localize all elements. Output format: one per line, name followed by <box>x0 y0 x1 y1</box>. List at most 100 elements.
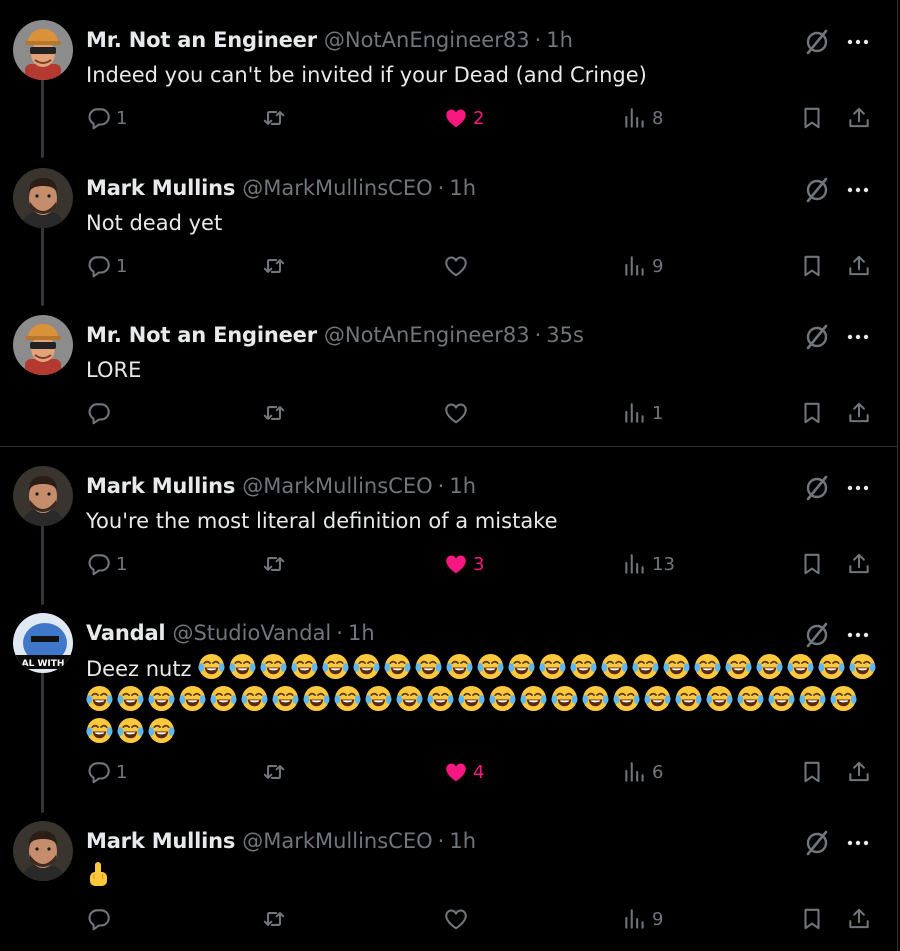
share-button[interactable] <box>846 103 872 133</box>
laughing-emoji <box>830 685 857 712</box>
avatar[interactable] <box>13 821 73 881</box>
avatar[interactable] <box>13 466 73 526</box>
views-button[interactable]: 8 <box>622 103 663 133</box>
timestamp[interactable]: 1h <box>546 28 573 52</box>
timestamp[interactable]: 35s <box>546 323 584 347</box>
heart-icon <box>443 759 469 785</box>
more-icon[interactable] <box>845 625 871 645</box>
laughing-emoji <box>117 717 144 744</box>
grok-icon[interactable] <box>803 323 831 351</box>
reply-button[interactable]: 1 <box>86 251 127 281</box>
reply-icon <box>86 551 112 577</box>
reply-button[interactable] <box>86 398 116 428</box>
like-button[interactable]: 2 <box>443 103 484 133</box>
more-icon[interactable] <box>845 833 871 853</box>
more-icon[interactable] <box>845 180 871 200</box>
timestamp[interactable]: 1h <box>449 176 476 200</box>
author-handle[interactable]: @MarkMullinsCEO <box>242 474 432 498</box>
views-button[interactable]: 9 <box>622 904 663 934</box>
timestamp[interactable]: 1h <box>348 621 375 645</box>
share-button[interactable] <box>846 549 872 579</box>
avatar-caption: AL WITH <box>22 659 65 669</box>
author-handle[interactable]: @NotAnEngineer83 <box>324 323 530 347</box>
retweet-button[interactable] <box>261 904 287 934</box>
bookmark-button[interactable] <box>799 251 825 281</box>
share-button[interactable] <box>846 398 872 428</box>
bookmark-icon <box>799 400 825 426</box>
bookmark-button[interactable] <box>799 398 825 428</box>
author-handle[interactable]: @StudioVandal <box>172 621 331 645</box>
timestamp[interactable]: 1h <box>449 474 476 498</box>
author-name[interactable]: Mark Mullins <box>86 829 235 853</box>
retweet-button[interactable] <box>261 103 287 133</box>
like-button[interactable] <box>443 904 473 934</box>
separator-dot: · <box>534 28 542 52</box>
tweet-actions: 1 3 13 <box>86 549 886 579</box>
views-icon <box>622 105 648 131</box>
laughing-emoji <box>768 685 795 712</box>
like-button[interactable]: 3 <box>443 549 484 579</box>
like-button[interactable] <box>443 251 473 281</box>
reply-button[interactable] <box>86 904 116 934</box>
laughing-emoji <box>787 653 814 680</box>
author-name[interactable]: Mr. Not an Engineer <box>86 323 317 347</box>
grok-icon[interactable] <box>803 829 831 857</box>
retweet-button[interactable] <box>261 757 287 787</box>
views-button[interactable]: 13 <box>622 549 675 579</box>
share-button[interactable] <box>846 904 872 934</box>
more-icon[interactable] <box>845 32 871 52</box>
like-count: 3 <box>473 553 485 575</box>
author-handle[interactable]: @NotAnEngineer83 <box>324 28 530 52</box>
retweet-button[interactable] <box>261 549 287 579</box>
avatar[interactable] <box>13 168 73 228</box>
laughing-emoji <box>520 685 547 712</box>
author-name[interactable]: Mark Mullins <box>86 176 235 200</box>
avatar[interactable] <box>13 315 73 375</box>
reply-button[interactable]: 1 <box>86 549 127 579</box>
author-name[interactable]: Mr. Not an Engineer <box>86 28 317 52</box>
laughing-emoji <box>601 653 628 680</box>
bookmark-icon <box>799 906 825 932</box>
laughing-emoji <box>86 685 113 712</box>
grok-icon[interactable] <box>803 621 831 649</box>
reply-button[interactable]: 1 <box>86 103 127 133</box>
views-icon <box>622 759 648 785</box>
author-name[interactable]: Vandal <box>86 621 166 645</box>
laughing-emoji <box>675 685 702 712</box>
timestamp[interactable]: 1h <box>449 829 476 853</box>
author-handle[interactable]: @MarkMullinsCEO <box>242 829 432 853</box>
like-button[interactable] <box>443 398 473 428</box>
views-button[interactable]: 9 <box>622 251 663 281</box>
bookmark-button[interactable] <box>799 103 825 133</box>
avatar[interactable]: AL WITH <box>13 613 73 673</box>
avatar[interactable] <box>13 20 73 80</box>
separator-dot: · <box>437 829 445 853</box>
reply-icon <box>86 400 112 426</box>
grok-icon[interactable] <box>803 176 831 204</box>
retweet-button[interactable] <box>261 398 287 428</box>
retweet-button[interactable] <box>261 251 287 281</box>
grok-icon[interactable] <box>803 28 831 56</box>
bookmark-button[interactable] <box>799 757 825 787</box>
author-handle[interactable]: @MarkMullinsCEO <box>242 176 432 200</box>
author-name[interactable]: Mark Mullins <box>86 474 235 498</box>
bookmark-icon <box>799 551 825 577</box>
more-icon[interactable] <box>845 327 871 347</box>
laughing-emoji <box>322 653 349 680</box>
views-button[interactable]: 1 <box>622 398 663 428</box>
reply-button[interactable]: 1 <box>86 757 127 787</box>
more-icon[interactable] <box>845 478 871 498</box>
share-button[interactable] <box>846 251 872 281</box>
tweet-text: Not dead yet <box>86 208 886 239</box>
share-button[interactable] <box>846 757 872 787</box>
views-button[interactable]: 6 <box>622 757 663 787</box>
bookmark-button[interactable] <box>799 549 825 579</box>
like-button[interactable]: 4 <box>443 757 484 787</box>
grok-icon[interactable] <box>803 474 831 502</box>
laughing-emoji <box>303 685 330 712</box>
laughing-emoji <box>198 653 225 680</box>
bookmark-button[interactable] <box>799 904 825 934</box>
laughing-emoji <box>756 653 783 680</box>
tweet-header: Mr. Not an Engineer @NotAnEngineer83 · 1h <box>86 26 573 54</box>
tweet-text: Indeed you can't be invited if your Dead… <box>86 60 886 91</box>
